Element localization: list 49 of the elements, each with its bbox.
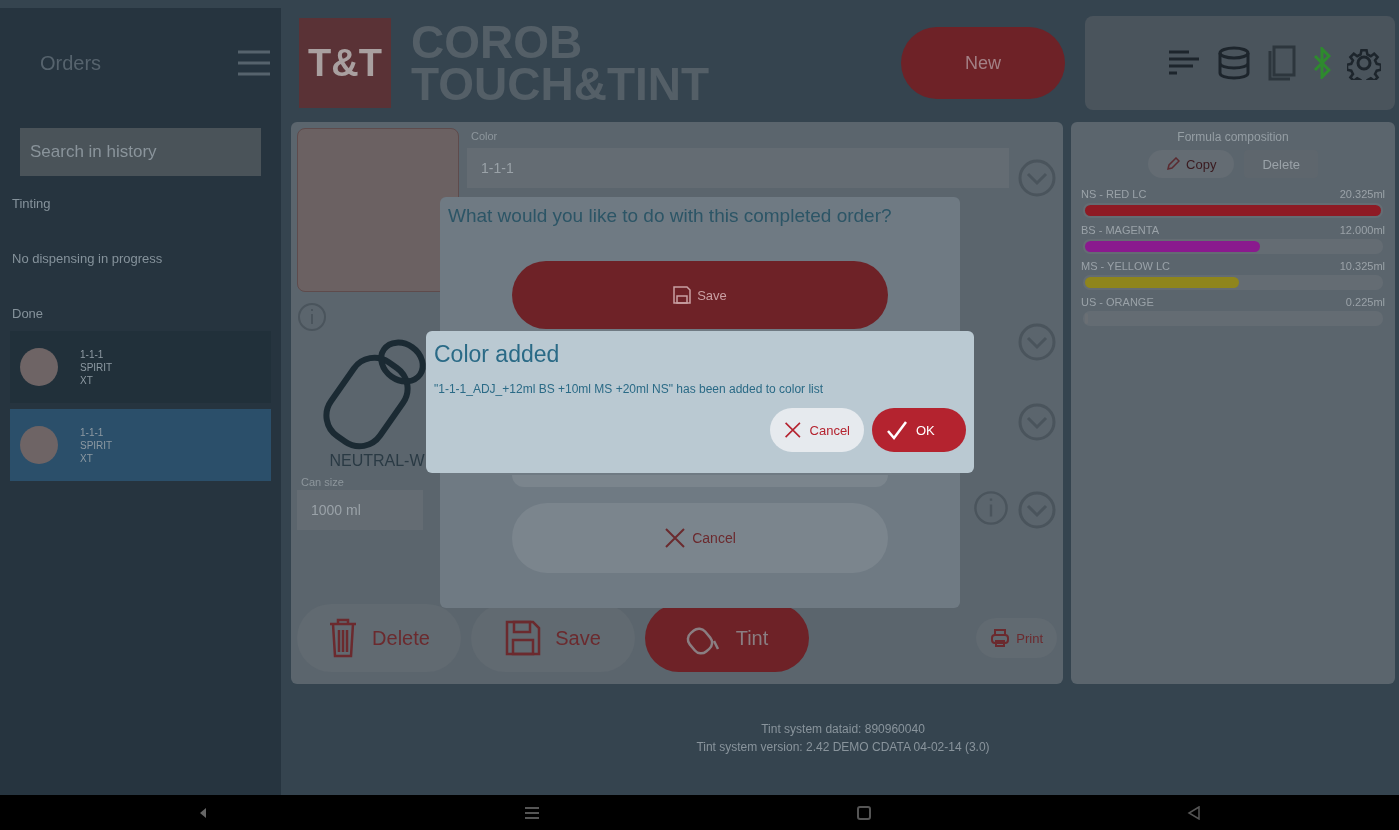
close-icon (784, 419, 802, 441)
home-icon[interactable] (856, 805, 871, 820)
colorant-name: US - ORANGE (1081, 296, 1154, 308)
cancel-button[interactable]: Cancel (512, 503, 888, 573)
check-icon (886, 420, 908, 440)
section-label: Done (12, 306, 45, 321)
order-item[interactable]: 1-1-1 SPIRIT XT (10, 331, 271, 403)
back-icon[interactable] (1186, 805, 1201, 820)
colorant-name: MS - YELLOW LC (1081, 260, 1171, 272)
copy-button[interactable]: Copy (1148, 150, 1235, 178)
ok-button[interactable]: OK (872, 408, 966, 452)
cancel-button[interactable]: Cancel (770, 408, 864, 452)
system-info-text: Tint system dataid: 890960040 (761, 722, 925, 736)
logo: T&T (299, 18, 391, 108)
search-field[interactable]: Search in history (20, 128, 261, 176)
order-text: 1-1-1 SPIRIT XT (80, 425, 113, 465)
dialog-title: Color added (434, 341, 561, 368)
colorant-amount: 20.325ml (1339, 188, 1385, 200)
new-button[interactable]: New (901, 27, 1065, 99)
delete-button[interactable]: Delete (297, 604, 461, 672)
section-label: Tinting (12, 196, 52, 211)
colorant-amount: 0.225ml (1345, 296, 1385, 308)
back-icon[interactable] (198, 806, 209, 819)
document-icon[interactable] (1267, 45, 1297, 81)
printer-icon (990, 628, 1011, 648)
pencil-icon (1166, 157, 1181, 171)
menu-icon[interactable] (524, 805, 541, 820)
database-icon[interactable] (1217, 46, 1251, 80)
dialog-question: What would you like to do with this completed order? (447, 204, 893, 228)
colorant-amount: 12.000ml (1339, 224, 1385, 236)
order-text: 1-1-1 SPIRIT XT (80, 347, 113, 387)
trash-icon (328, 618, 359, 658)
bluetooth-icon[interactable] (1313, 47, 1331, 79)
color-swatch-icon (20, 426, 58, 464)
dialog-message: "1-1-1_ADJ_+12ml BS +10ml MS +20ml NS" has been added to color list (434, 382, 825, 396)
color-swatch-icon (20, 348, 58, 386)
section-label: No dispensing in progress (12, 251, 164, 266)
settings-icon[interactable] (1347, 46, 1381, 80)
save-button[interactable]: Save (512, 261, 888, 329)
panel-title: Formula composition (1176, 130, 1290, 144)
close-icon (664, 527, 687, 549)
menu-icon[interactable] (237, 49, 271, 77)
list-icon[interactable] (1167, 48, 1201, 78)
colorant-amount: 10.325ml (1339, 260, 1385, 272)
print-button[interactable]: Print (976, 618, 1057, 658)
colorant-name: NS - RED LC (1081, 188, 1147, 200)
colorant-name: BS - MAGENTA (1081, 224, 1160, 236)
system-info-text: Tint system version: 2.42 DEMO CDATA 04-02-14 (3.0) (696, 740, 990, 754)
order-item[interactable]: 1-1-1 SPIRIT XT (10, 409, 271, 481)
